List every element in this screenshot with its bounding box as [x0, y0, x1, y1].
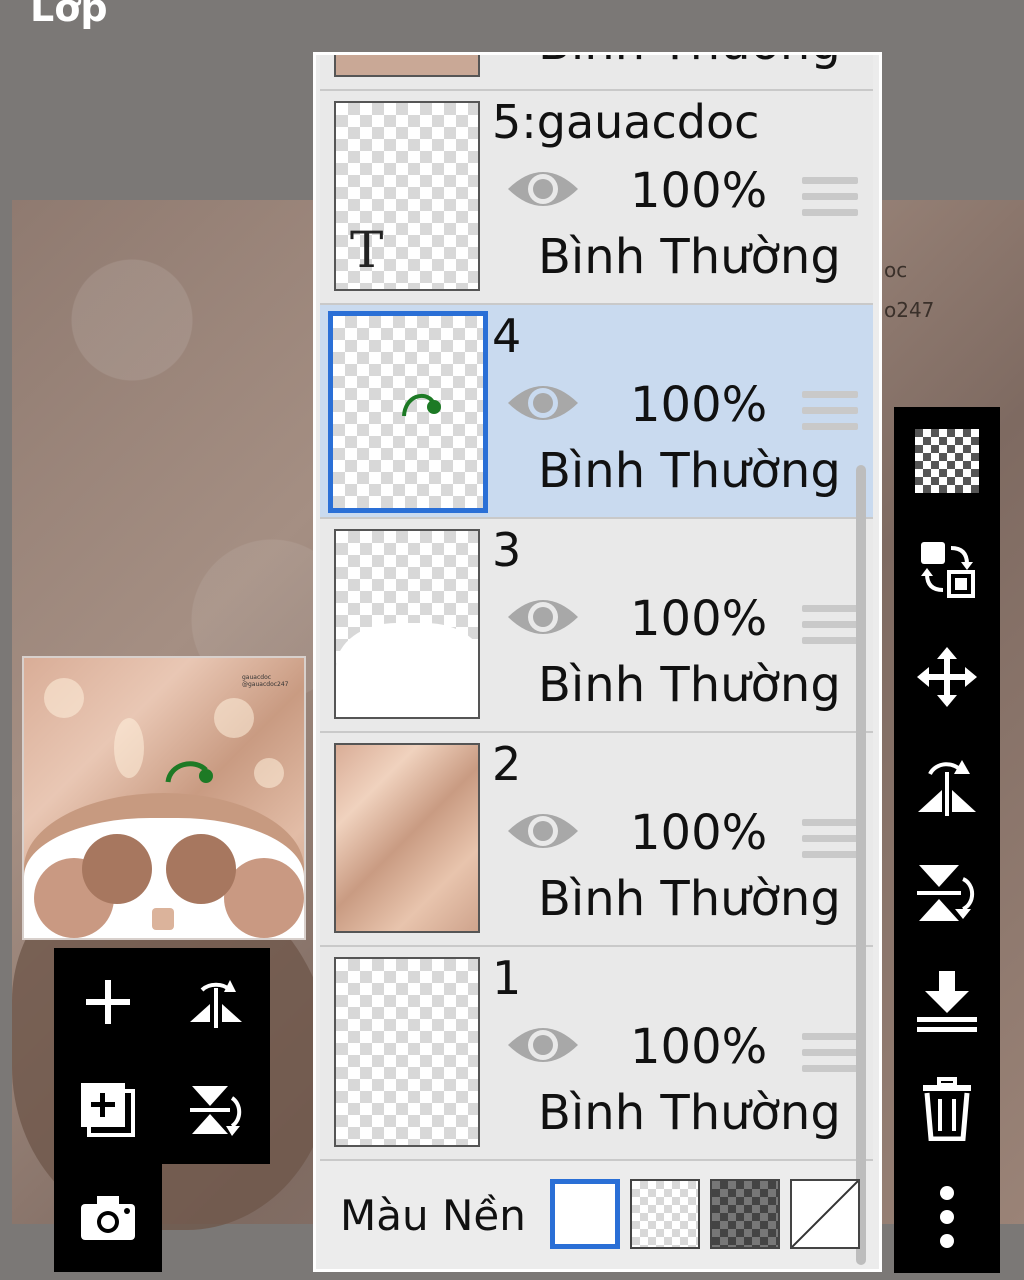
background-color-label: Màu Nền — [340, 1191, 526, 1240]
layer-row-2[interactable]: 2 100% Bình Thường — [320, 733, 873, 947]
layer-blend-mode[interactable]: Bình Thường — [538, 1085, 841, 1141]
swap-layer-icon — [921, 542, 975, 598]
page-title: Lớp — [30, 0, 108, 30]
eye-icon — [508, 1028, 578, 1062]
layer-row-1[interactable]: 1 100% Bình Thường — [320, 947, 873, 1161]
delete-layer-button[interactable] — [894, 1055, 1000, 1163]
layer-opacity[interactable]: 100% — [630, 805, 767, 861]
merge-down-button[interactable] — [894, 947, 1000, 1055]
flip-layer-vertical-button[interactable] — [162, 1056, 270, 1164]
layer-blend-mode[interactable]: Bình Thường — [538, 229, 841, 285]
layer-name: 3 — [492, 523, 522, 577]
duplicate-layer-button[interactable] — [54, 1056, 162, 1164]
layer-opacity[interactable]: 100% — [630, 377, 767, 433]
preview-caption: gauacdoc @gauacdoc247 — [242, 674, 289, 688]
layer-opacity[interactable]: 100% — [630, 591, 767, 647]
layer-actions-toolbar — [54, 948, 270, 1164]
more-icon — [940, 1186, 954, 1248]
flip-horizontal-icon — [918, 760, 976, 816]
layer-blend-mode[interactable]: Bình Thường — [538, 657, 841, 713]
visibility-toggle[interactable] — [506, 593, 580, 645]
eye-icon — [508, 172, 578, 206]
visibility-toggle[interactable] — [506, 165, 580, 217]
layer-panel: Bình Thường T 5:gauacdoc 100% Bình Thườn… — [313, 52, 882, 1272]
trash-icon — [923, 1077, 971, 1141]
layer-list-scrollbar[interactable] — [856, 465, 866, 1265]
bg-none-swatch[interactable] — [790, 1179, 860, 1249]
visibility-toggle[interactable] — [506, 1021, 580, 1073]
layer-thumbnail — [334, 55, 480, 77]
move-icon — [917, 647, 977, 707]
layer-blend-mode[interactable]: Bình Thường — [538, 55, 841, 71]
background-color-row: Màu Nền — [320, 1161, 873, 1269]
layer-thumbnail — [334, 743, 480, 933]
visibility-toggle[interactable] — [506, 379, 580, 431]
bg-dark-checker-swatch[interactable] — [710, 1179, 780, 1249]
layer-name: 5:gauacdoc — [492, 95, 760, 149]
more-options-button[interactable] — [894, 1163, 1000, 1271]
layer-name: 4 — [492, 309, 522, 363]
swap-layer-button[interactable] — [894, 515, 1000, 623]
flip-horizontal-button[interactable] — [894, 731, 1000, 839]
eye-icon — [508, 386, 578, 420]
canvas-preview[interactable]: gauacdoc @gauacdoc247 — [22, 656, 306, 940]
merge-down-icon — [917, 971, 977, 1032]
drag-handle-icon[interactable] — [802, 1033, 858, 1081]
layer-blend-mode[interactable]: Bình Thường — [538, 443, 841, 499]
flip-layer-horizontal-button[interactable] — [162, 948, 270, 1056]
drag-handle-icon[interactable] — [802, 819, 858, 867]
transparency-button[interactable] — [894, 407, 1000, 515]
text-layer-icon: T — [350, 221, 384, 279]
layer-name: 1 — [492, 951, 522, 1005]
layer-tools-toolbar — [894, 407, 1000, 1273]
add-layer-button[interactable] — [54, 948, 162, 1056]
flip-vertical-icon — [190, 1086, 242, 1136]
drag-handle-icon[interactable] — [802, 391, 858, 439]
canvas-text-2: o247 — [884, 298, 935, 322]
add-copy-layer-icon — [81, 1083, 135, 1137]
flip-vertical-icon — [917, 865, 975, 921]
bg-transparent-swatch[interactable] — [630, 1179, 700, 1249]
visibility-toggle[interactable] — [506, 807, 580, 859]
layer-name: 2 — [492, 737, 522, 791]
layer-row-5[interactable]: T 5:gauacdoc 100% Bình Thường — [320, 91, 873, 305]
layer-row-6[interactable]: Bình Thường — [320, 55, 873, 91]
camera-button[interactable] — [54, 1164, 162, 1272]
bg-white-swatch[interactable] — [550, 1179, 620, 1249]
eye-icon — [508, 814, 578, 848]
layer-blend-mode[interactable]: Bình Thường — [538, 871, 841, 927]
layer-opacity[interactable]: 100% — [630, 1019, 767, 1075]
layer-row-3[interactable]: 3 100% Bình Thường — [320, 519, 873, 733]
green-stroke — [402, 393, 441, 417]
eye-icon — [508, 600, 578, 634]
drag-handle-icon[interactable] — [802, 177, 858, 225]
layer-thumbnail — [334, 957, 480, 1147]
add-layer-icon — [86, 980, 130, 1024]
drag-handle-icon[interactable] — [802, 605, 858, 653]
camera-toolbar — [54, 1164, 162, 1272]
layer-thumbnail — [334, 529, 480, 719]
layer-row-4[interactable]: 4 100% Bình Thường — [320, 305, 873, 519]
camera-icon — [81, 1196, 135, 1240]
flip-vertical-button[interactable] — [894, 839, 1000, 947]
slash-icon — [791, 1180, 859, 1248]
green-stroke — [165, 761, 213, 783]
canvas-text-1: oc — [884, 258, 908, 282]
layer-thumbnail: T — [334, 101, 480, 291]
transparency-icon — [915, 429, 979, 493]
flip-horizontal-icon — [190, 980, 242, 1028]
layer-opacity[interactable]: 100% — [630, 163, 767, 219]
layer-thumbnail — [328, 311, 488, 513]
move-button[interactable] — [894, 623, 1000, 731]
